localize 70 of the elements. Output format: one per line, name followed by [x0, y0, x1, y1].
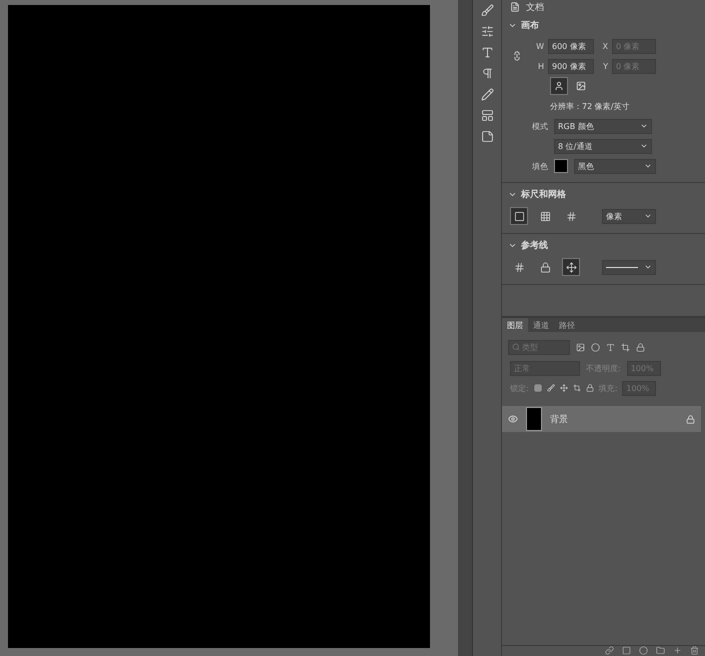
paragraph-icon[interactable]	[480, 67, 494, 80]
layer-name: 背景	[550, 414, 569, 426]
smart-guides-icon	[566, 262, 576, 272]
adjustment-filter-icon[interactable]	[591, 342, 600, 352]
guides-icon	[514, 262, 524, 272]
mode-dropdown[interactable]: RGB 颜色	[554, 118, 652, 134]
caret-icon	[640, 122, 648, 130]
new-layer-icon[interactable]	[673, 646, 682, 655]
lock-paint-icon[interactable]	[546, 384, 555, 392]
lock-guides-icon	[540, 262, 550, 272]
panel-tab[interactable]: 通道	[528, 318, 554, 332]
y-label: Y	[602, 62, 608, 70]
fill-dropdown[interactable]: 黑色	[574, 158, 656, 174]
width-label: W	[535, 42, 544, 50]
portrait-icon	[554, 81, 564, 91]
height-label: H	[536, 62, 544, 70]
layer-thumbnail	[526, 407, 542, 431]
eye-icon[interactable]	[508, 414, 518, 424]
document-icon	[510, 2, 520, 12]
section-title: 标尺和网格	[521, 188, 566, 200]
sliders-icon[interactable]	[480, 25, 494, 38]
text-icon[interactable]	[480, 46, 494, 59]
resolution-text: 分辨率：72 像素/英寸	[550, 100, 630, 112]
lock-icon[interactable]	[686, 414, 695, 424]
lock-position-icon[interactable]	[560, 384, 568, 392]
section-title: 画布	[521, 20, 539, 32]
width-field[interactable]: 600 像素	[548, 38, 594, 54]
brush-icon[interactable]	[480, 4, 494, 17]
portrait-button[interactable]	[550, 77, 568, 95]
lock-pixels-icon[interactable]	[534, 384, 542, 392]
note-icon[interactable]	[480, 130, 494, 143]
line-style-sample	[606, 266, 638, 268]
landscape-icon	[576, 81, 586, 91]
caret-icon	[644, 263, 652, 271]
shape-filter-icon[interactable]	[621, 342, 630, 352]
unit-dropdown[interactable]: 像素	[602, 208, 656, 224]
panel-tab[interactable]: 图层	[502, 318, 528, 332]
mode-label: 模式	[531, 120, 548, 132]
link-layers-icon[interactable]	[605, 646, 614, 655]
fill-label: 填色	[531, 160, 548, 172]
style-icon[interactable]	[622, 646, 631, 655]
folder-icon[interactable]	[656, 646, 665, 655]
x-label: X	[602, 42, 608, 50]
lock-artboard-icon[interactable]	[572, 384, 581, 392]
lock-filter-icon[interactable]	[636, 342, 645, 352]
caret-icon	[640, 142, 648, 150]
ruler-toggle[interactable]	[510, 207, 528, 225]
section-title: 参考线	[521, 239, 548, 252]
glyph-icon[interactable]	[480, 88, 494, 101]
caret-icon	[644, 162, 652, 170]
panel-icon[interactable]	[480, 109, 494, 122]
height-field[interactable]: 900 像素	[548, 58, 594, 74]
line-style-dropdown[interactable]	[602, 260, 656, 274]
ruler-icon	[514, 210, 524, 222]
smart-guides-toggle[interactable]	[562, 258, 580, 276]
image-filter-icon[interactable]	[576, 342, 585, 352]
layer-row[interactable]: 背景	[502, 406, 701, 432]
panel-tab[interactable]: 路径	[554, 318, 580, 332]
document-label: 文档	[526, 2, 544, 14]
mask-icon[interactable]	[639, 646, 648, 655]
lock-all-icon[interactable]	[586, 384, 594, 392]
grid-icon	[540, 210, 550, 222]
link-icon[interactable]	[512, 51, 522, 61]
delete-icon[interactable]	[690, 646, 699, 655]
caret-icon	[644, 212, 652, 220]
checker-grid-icon	[566, 210, 576, 222]
type-filter-icon[interactable]	[606, 342, 615, 352]
depth-dropdown[interactable]: 8 位/通道	[554, 138, 652, 154]
color-swatch[interactable]	[554, 159, 568, 173]
search-icon	[512, 343, 520, 351]
